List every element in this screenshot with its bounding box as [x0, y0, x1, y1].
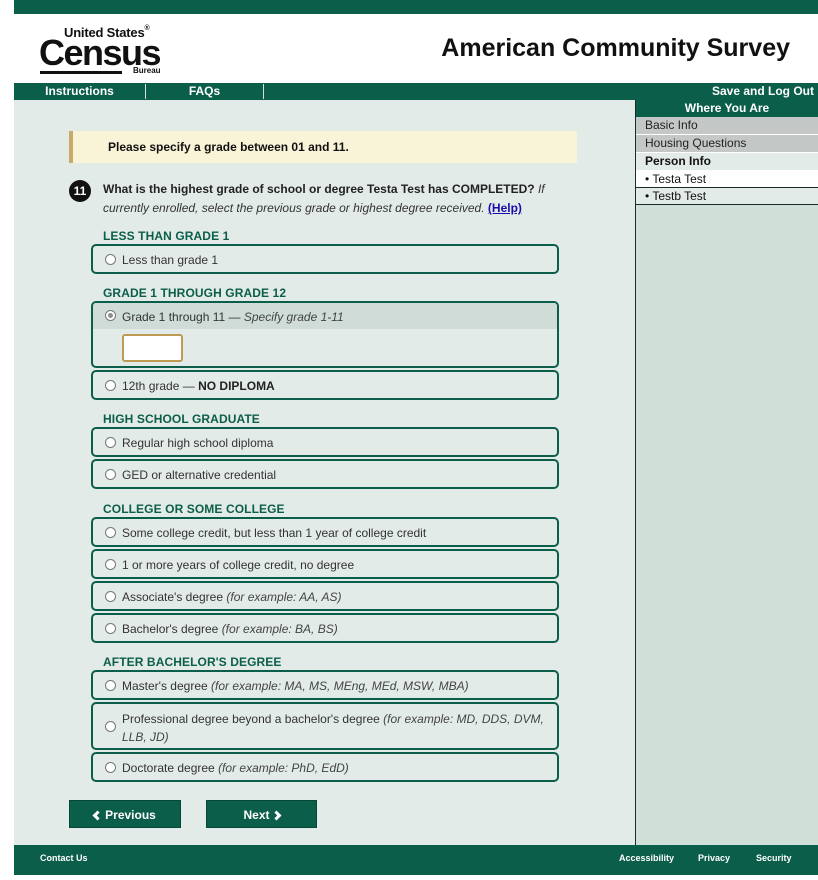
option-grade-1-11[interactable]: Grade 1 through 11 — Specify grade 1-11 [91, 301, 559, 368]
radio-button[interactable] [105, 721, 116, 732]
radio-button[interactable] [105, 437, 116, 448]
radio-button[interactable] [105, 762, 116, 773]
option-label: Doctorate degree (for example: PhD, EdD) [122, 761, 349, 775]
sidebar-title: Where You Are [636, 100, 818, 117]
option-label: Master's degree (for example: MA, MS, ME… [122, 679, 469, 693]
option-label: Some college credit, but less than 1 yea… [122, 526, 427, 540]
option-label: GED or alternative credential [122, 468, 277, 482]
option-some-college[interactable]: Some college credit, but less than 1 yea… [91, 517, 559, 547]
survey-page: United States® Census Bureau American Co… [14, 0, 818, 875]
sidebar-item-person-info: Person Info [636, 153, 818, 171]
question-number-badge: 11 [69, 180, 91, 202]
option-bachelors-degree[interactable]: Bachelor's degree (for example: BA, BS) [91, 613, 559, 643]
group-heading-grade-1-12: GRADE 1 THROUGH GRADE 12 [103, 286, 287, 300]
next-button[interactable]: Next [206, 800, 317, 828]
sidebar-person-next[interactable]: • Testb Test [636, 188, 818, 205]
option-label: Regular high school diploma [122, 436, 274, 450]
previous-button[interactable]: Previous [69, 800, 181, 828]
footer-privacy-link[interactable]: Privacy [698, 853, 730, 863]
header: United States® Census Bureau American Co… [14, 14, 818, 83]
sidebar-person-current[interactable]: • Testa Test [636, 171, 818, 188]
nav-faqs-link[interactable]: FAQs [146, 83, 263, 100]
option-regular-diploma[interactable]: Regular high school diploma [91, 427, 559, 457]
group-heading-high-school: HIGH SCHOOL GRADUATE [103, 412, 260, 426]
nav-instructions-link[interactable]: Instructions [14, 83, 145, 100]
radio-button[interactable] [105, 680, 116, 691]
option-label: 1 or more years of college credit, no de… [122, 558, 355, 572]
logo-underline [40, 71, 122, 74]
help-link[interactable]: (Help) [488, 201, 522, 215]
option-label: 12th grade — NO DIPLOMA [122, 379, 275, 393]
save-logout-link[interactable]: Save and Log Out [698, 83, 814, 100]
option-professional-degree[interactable]: Professional degree beyond a bachelor's … [91, 702, 559, 750]
sidebar-item-housing-questions[interactable]: Housing Questions [636, 135, 818, 153]
option-12th-grade-no-diploma[interactable]: 12th grade — NO DIPLOMA [91, 370, 559, 400]
question-text: What is the highest grade of school or d… [103, 180, 593, 218]
footer-security-link[interactable]: Security [756, 853, 792, 863]
footer: Contact Us Accessibility Privacy Securit… [14, 845, 818, 875]
error-message: Please specify a grade between 01 and 11… [108, 140, 349, 154]
option-label: Less than grade 1 [122, 253, 219, 267]
radio-button[interactable] [105, 469, 116, 480]
option-associates-degree[interactable]: Associate's degree (for example: AA, AS) [91, 581, 559, 611]
chevron-left-icon [92, 810, 103, 821]
sidebar-item-basic-info[interactable]: Basic Info [636, 117, 818, 135]
radio-button-selected[interactable] [105, 310, 116, 321]
radio-button[interactable] [105, 254, 116, 265]
question-prompt: What is the highest grade of school or d… [103, 182, 535, 196]
main-content: Please specify a grade between 01 and 11… [14, 100, 635, 845]
option-doctorate-degree[interactable]: Doctorate degree (for example: PhD, EdD) [91, 752, 559, 782]
option-label: Grade 1 through 11 — Specify grade 1-11 [122, 310, 344, 324]
where-you-are-sidebar: Where You Are Basic Info Housing Questio… [635, 100, 818, 845]
logo-sub-text: Bureau [133, 66, 161, 75]
group-heading-college: COLLEGE OR SOME COLLEGE [103, 502, 285, 516]
chevron-right-icon [271, 810, 281, 821]
survey-title: American Community Survey [441, 34, 790, 62]
radio-button[interactable] [105, 559, 116, 570]
option-label: Associate's degree (for example: AA, AS) [122, 590, 342, 604]
option-less-than-grade-1[interactable]: Less than grade 1 [91, 244, 559, 274]
option-masters-degree[interactable]: Master's degree (for example: MA, MS, ME… [91, 670, 559, 700]
option-ged[interactable]: GED or alternative credential [91, 459, 559, 489]
option-label: Professional degree beyond a bachelor's … [122, 712, 544, 744]
nav-divider [263, 84, 264, 99]
radio-button[interactable] [105, 527, 116, 538]
group-heading-less-than-grade-1: LESS THAN GRADE 1 [103, 229, 230, 243]
option-label: Bachelor's degree (for example: BA, BS) [122, 622, 338, 636]
footer-accessibility-link[interactable]: Accessibility [619, 853, 674, 863]
error-message-box: Please specify a grade between 01 and 11… [69, 131, 577, 163]
top-strip [14, 0, 818, 14]
grade-specify-input[interactable] [122, 334, 183, 362]
footer-contact-link[interactable]: Contact Us [40, 853, 88, 863]
census-logo[interactable]: United States® Census Bureau [39, 22, 170, 78]
group-heading-after-bachelors: AFTER BACHELOR'S DEGREE [103, 655, 282, 669]
radio-button[interactable] [105, 591, 116, 602]
option-one-or-more-years-college[interactable]: 1 or more years of college credit, no de… [91, 549, 559, 579]
top-nav: Instructions FAQs Save and Log Out [14, 83, 818, 100]
radio-button[interactable] [105, 380, 116, 391]
radio-button[interactable] [105, 623, 116, 634]
